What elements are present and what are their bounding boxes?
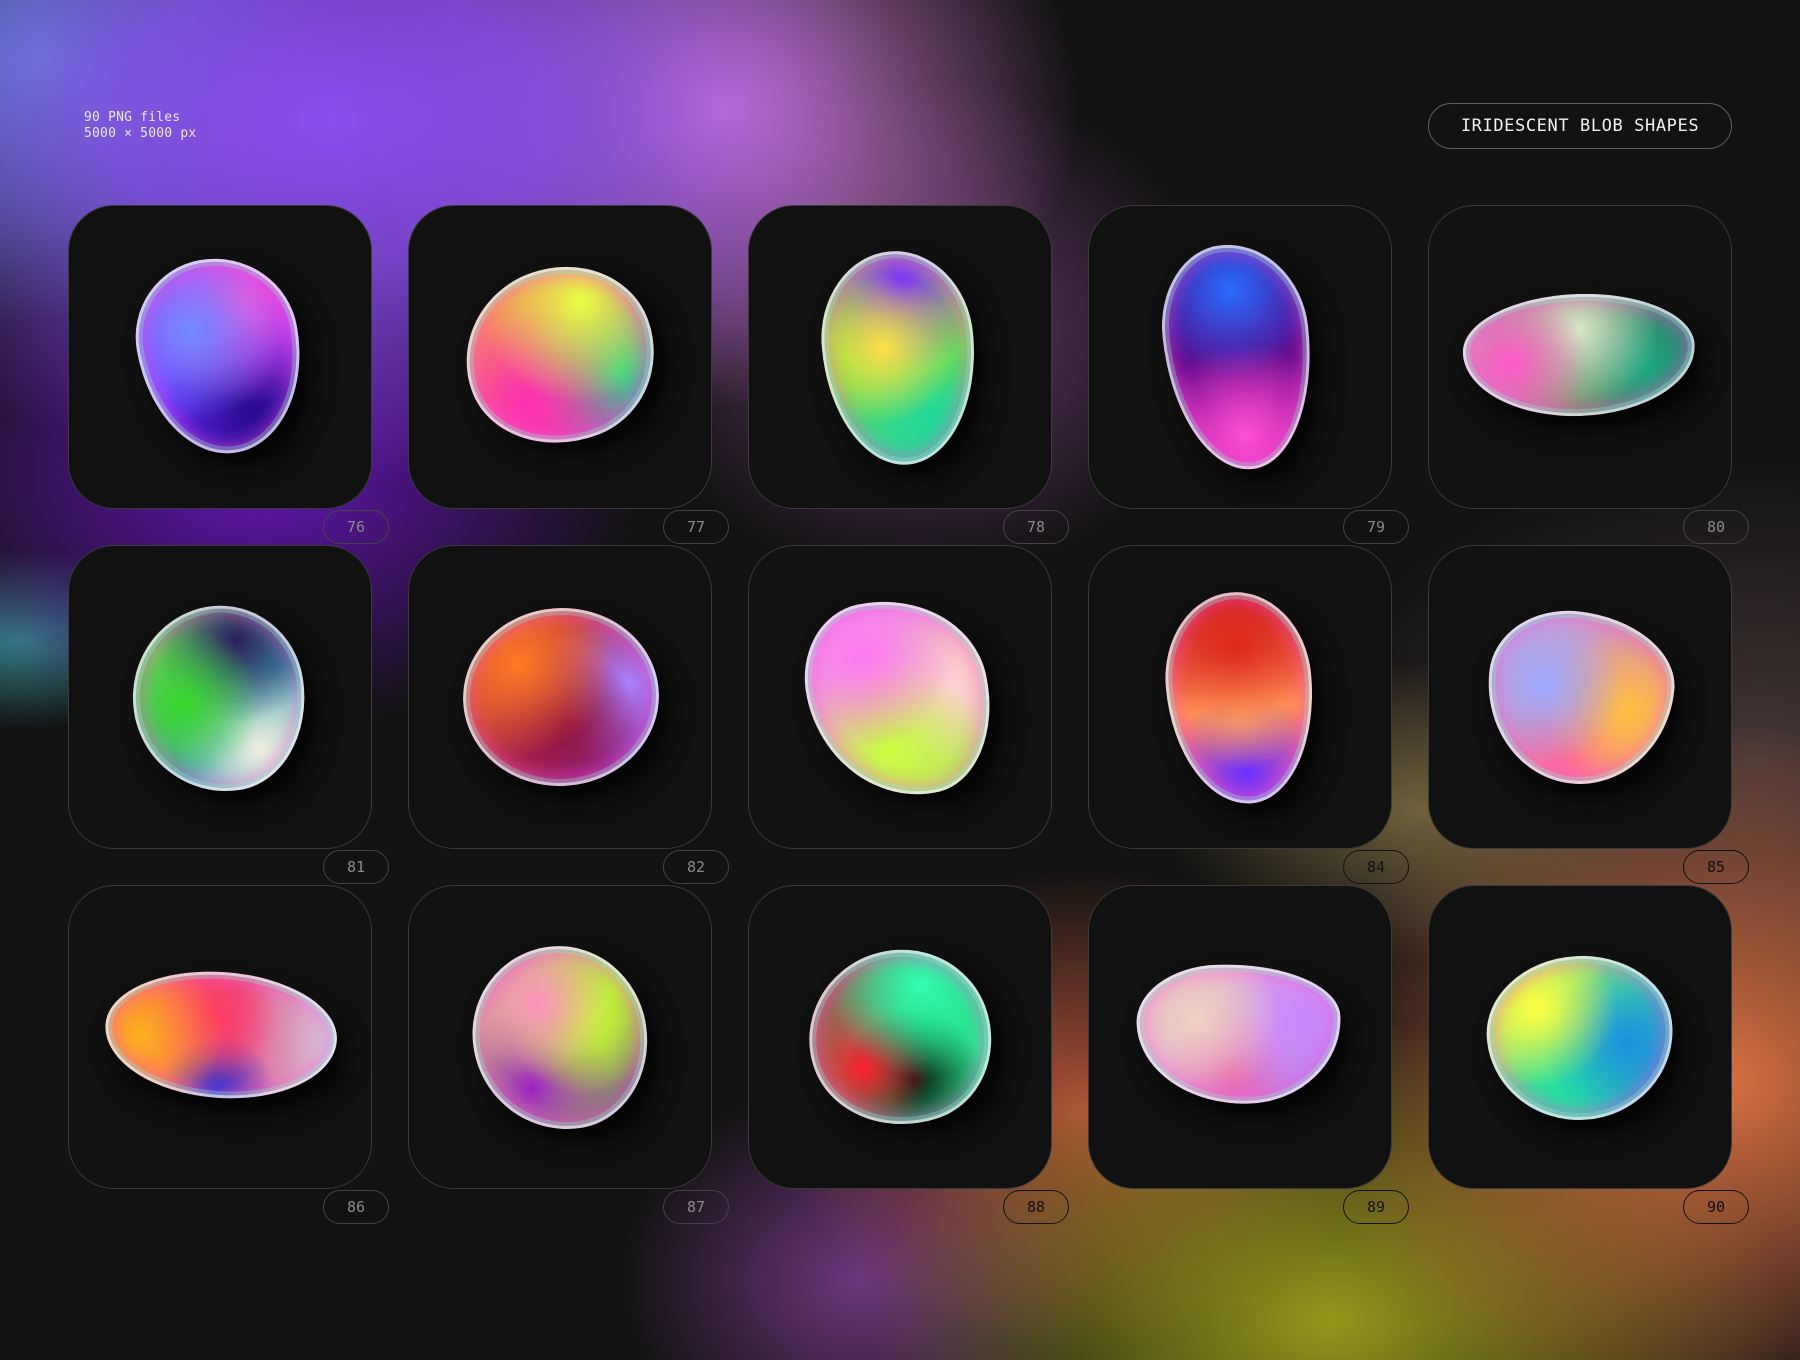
blob-card[interactable] [1088,885,1392,1189]
shape-number-badge: 77 [663,510,729,544]
shape-number-badge: 80 [1683,510,1749,544]
blob-card[interactable] [748,545,1052,849]
blob-shape-image [100,964,342,1106]
blob-card[interactable] [68,885,372,1189]
shape-number-badge: 81 [323,850,389,884]
shape-number-badge: 78 [1003,510,1069,544]
blob-shape-image [813,244,985,472]
shape-number-badge: 86 [323,1190,389,1224]
blob-shape-image [457,601,665,793]
blob-shape-image [790,581,1008,815]
shape-number-badge: 82 [663,850,729,884]
blob-card[interactable] [748,205,1052,509]
blob-shape-image [123,245,317,467]
blob-shape-image [1153,236,1323,478]
file-dimensions: 5000 × 5000 px [84,126,197,141]
blob-shape-image [1478,602,1682,794]
blob-card[interactable] [1088,545,1392,849]
blob-card[interactable] [1428,205,1732,509]
blob-shape-image [1158,586,1322,810]
shape-number-badge: 79 [1343,510,1409,544]
blob-shape-image [120,594,318,804]
blob-card[interactable] [68,205,372,509]
blob-card[interactable] [748,885,1052,1189]
shape-number-badge: 89 [1343,1190,1409,1224]
file-info: 90 PNG files 5000 × 5000 px [84,110,196,142]
blob-card[interactable] [1428,885,1732,1189]
file-count: 90 PNG files [84,110,181,125]
shape-number-badge: 85 [1683,850,1749,884]
collection-title: IRIDESCENT BLOB SHAPES [1428,103,1732,149]
shape-number-badge: 87 [663,1190,729,1224]
blob-card[interactable] [408,205,712,509]
blob-shape-image [440,240,680,471]
shape-number-badge: 84 [1343,850,1409,884]
shape-number-badge: 83 [1003,850,1069,884]
blob-card[interactable] [1428,545,1732,849]
blob-shape-image [1481,949,1679,1127]
blob-shape-image [1134,960,1344,1108]
blob-card[interactable] [68,545,372,849]
blob-card[interactable] [408,885,712,1189]
blob-shape-image [461,934,659,1142]
shape-number-badge: 90 [1683,1190,1749,1224]
blob-card[interactable] [408,545,712,849]
blob-shape-image [1460,289,1698,421]
blob-card[interactable] [1088,205,1392,509]
shape-number-badge: 76 [323,510,389,544]
blob-shape-image [786,926,1014,1150]
shape-number-badge: 88 [1003,1190,1069,1224]
